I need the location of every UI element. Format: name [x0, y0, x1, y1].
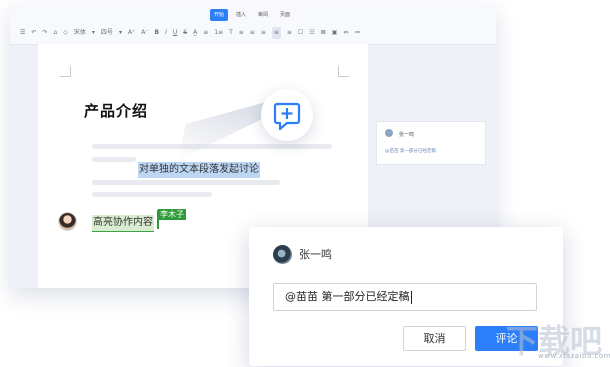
format-tools: ☰ ↶ ↷ ⌂ ◇ 宋体 ▾ 四号 ▾ A⁺ A⁻ B I U S A̲ ≡ 1…	[20, 26, 490, 40]
add-comment-icon	[273, 102, 301, 131]
font-color-icon[interactable]: A̲	[193, 27, 197, 39]
avatar	[385, 129, 393, 137]
undo-icon[interactable]: ↶	[31, 27, 36, 39]
clear-format-icon[interactable]: ◇	[63, 27, 68, 39]
font-size-select[interactable]: 四号	[101, 27, 113, 39]
redo-icon[interactable]: ↷	[42, 27, 47, 39]
bold-button[interactable]: B	[155, 27, 160, 39]
selected-paragraph[interactable]: 对单独的文本段落发起讨论	[138, 162, 260, 178]
side-comment-card[interactable]: 张一鸣 @苗苗 第一部分已经定稿	[376, 121, 486, 165]
list-icon[interactable]: 1≡	[214, 27, 223, 39]
tab-page[interactable]: 页面	[276, 9, 294, 21]
placeholder-line	[92, 144, 332, 149]
toolbar: 开始 插入 审阅 页面 ☰ ↶ ↷ ⌂ ◇ 宋体 ▾ 四号 ▾ A⁺ A⁻ B …	[10, 4, 496, 45]
tab-start[interactable]: 开始	[210, 9, 229, 21]
link-icon[interactable]: ⇔	[343, 27, 348, 39]
side-comment-author: 张一鸣	[399, 132, 415, 138]
font-family-select[interactable]: 宋体	[74, 27, 86, 39]
chevron-down-icon[interactable]: ▾	[119, 27, 122, 39]
tab-review[interactable]: 审阅	[254, 9, 272, 21]
align-icon[interactable]: ≡	[203, 27, 208, 39]
underline-button[interactable]: U	[173, 27, 177, 39]
avatar	[273, 245, 292, 264]
collab-highlight-text[interactable]: 高亮协作内容	[92, 215, 154, 232]
chevron-down-icon[interactable]: ▾	[92, 27, 95, 39]
italic-button[interactable]: I	[165, 27, 167, 39]
checkbox-icon[interactable]: ☐	[298, 27, 303, 39]
comment-input[interactable]: @苗苗 第一部分已经定稿	[273, 283, 537, 311]
collaborator-avatar	[58, 212, 77, 231]
comment-input-value: @苗苗 第一部分已经定稿	[285, 290, 410, 303]
justify-icon[interactable]: ≡	[271, 27, 281, 39]
placeholder-line	[92, 192, 212, 197]
watermark-url: www.xiazaiba.com	[538, 352, 610, 360]
document-title[interactable]: 产品介绍	[84, 100, 148, 121]
side-comment-text: @苗苗 第一部分已经定稿	[385, 149, 436, 154]
ribbon-tabs: 开始 插入 审阅 页面	[210, 9, 294, 21]
format-painter-icon[interactable]: ⌂	[53, 27, 57, 39]
strikethrough-button[interactable]: S	[183, 27, 187, 39]
placeholder-line	[92, 157, 136, 162]
font-grow-icon[interactable]: A⁺	[128, 27, 135, 39]
align-right-icon[interactable]: ≡	[261, 27, 266, 39]
collaborator-name-tag: 李木子	[158, 209, 186, 220]
more-icon[interactable]: ≔	[354, 27, 360, 39]
text-style-icon[interactable]: T	[229, 27, 233, 39]
indent-icon[interactable]: ≡	[287, 27, 292, 39]
page-corner-marker	[338, 66, 349, 77]
image-icon[interactable]: ⊠	[321, 27, 326, 39]
code-icon[interactable]: ▣	[332, 27, 338, 39]
comment-author-name: 张一鸣	[299, 248, 332, 261]
tab-insert[interactable]: 插入	[232, 9, 250, 21]
placeholder-line	[92, 180, 280, 185]
align-center-icon[interactable]: ≡	[250, 27, 255, 39]
align-left-icon[interactable]: ≡	[239, 27, 244, 39]
font-shrink-icon[interactable]: A⁻	[141, 27, 148, 39]
table-icon[interactable]: ☷	[309, 27, 314, 39]
add-comment-button[interactable]	[261, 89, 313, 141]
page-corner-marker	[60, 66, 71, 77]
cancel-button[interactable]: 取消	[403, 326, 466, 351]
toc-icon[interactable]: ☰	[20, 27, 25, 39]
text-caret	[410, 290, 412, 304]
